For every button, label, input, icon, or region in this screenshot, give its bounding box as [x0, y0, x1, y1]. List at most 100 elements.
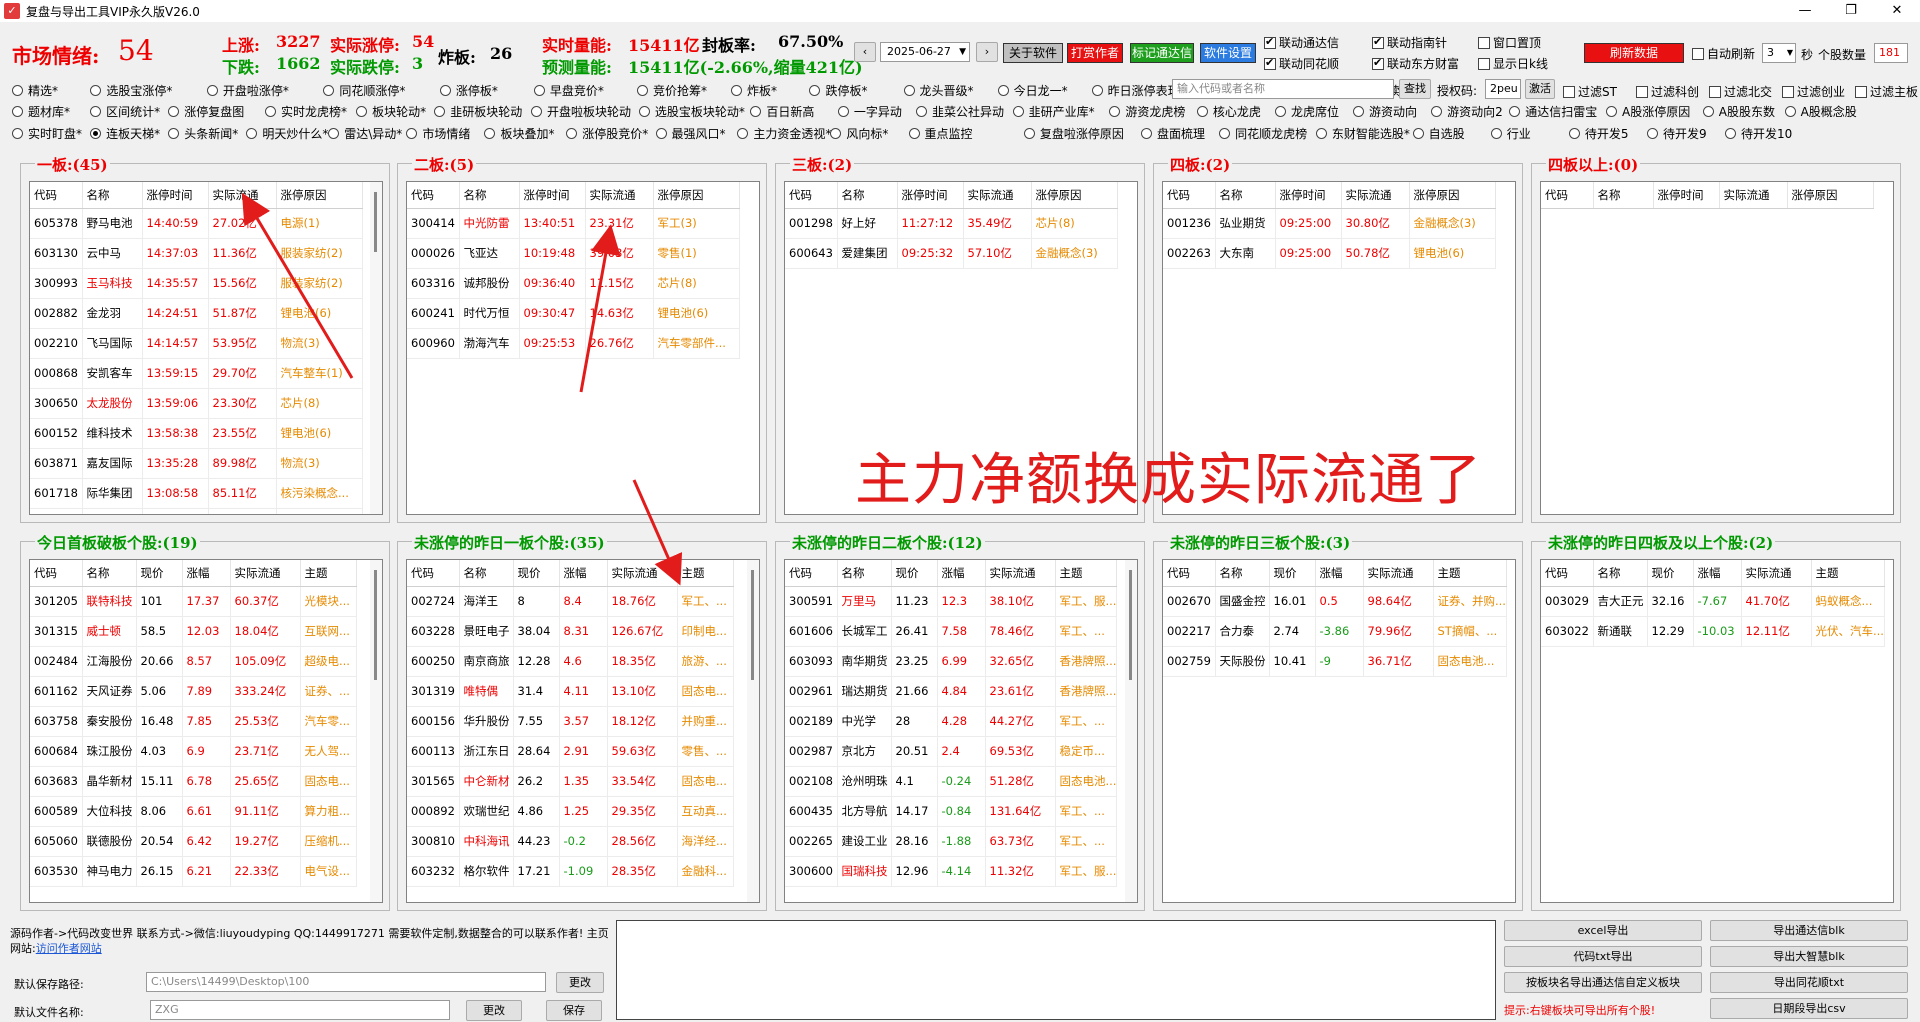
table-row[interactable]: 003029 吉大正元 32.16 -7.67 41.70亿 蚂蚁概念...: [1541, 586, 1885, 617]
column-header[interactable]: 代码: [785, 182, 838, 209]
radio-option[interactable]: 游资龙虎榜: [1109, 103, 1185, 120]
donate-button[interactable]: 打赏作者: [1067, 43, 1123, 63]
radio-option[interactable]: 涨停股竞价*: [566, 125, 648, 142]
column-header[interactable]: 现价: [1269, 560, 1316, 587]
radio-option[interactable]: 竞价抢筹*: [636, 82, 707, 99]
stock-grid[interactable]: 代码 名称 涨停时间 实际流通 涨停原因: [1540, 181, 1894, 515]
link-ths-checkbox[interactable]: 联动同花顺: [1264, 55, 1339, 72]
change-name-button[interactable]: 更改: [466, 1000, 522, 1021]
column-header[interactable]: 涨幅: [182, 560, 231, 587]
radio-option[interactable]: 重点监控: [908, 125, 973, 142]
table-row[interactable]: 300810 中科海讯 44.23 -0.2 28.56亿 海洋经...: [407, 826, 734, 857]
column-header[interactable]: 涨停时间: [142, 182, 209, 209]
table-row[interactable]: 603093 南华期货 23.25 6.99 32.65亿 香港牌照...: [785, 646, 1118, 677]
radio-option[interactable]: 今日龙一*: [997, 82, 1068, 99]
radio-option[interactable]: 核心龙虎: [1196, 103, 1261, 120]
table-row[interactable]: 002759 天际股份 10.41 -9 36.71亿 固态电池...: [1163, 646, 1507, 677]
close-button[interactable]: ✕: [1874, 0, 1920, 22]
table-row[interactable]: 601718 际华集团 13:08:58 85.11亿 核污染概念...: [30, 478, 363, 509]
column-header[interactable]: 名称: [82, 560, 137, 587]
radio-option[interactable]: 龙虎席位: [1274, 103, 1339, 120]
radio-option[interactable]: 连板天梯*: [90, 125, 160, 142]
column-header[interactable]: 名称: [459, 182, 520, 209]
radio-option[interactable]: 待开发5: [1568, 125, 1628, 142]
table-row[interactable]: 002987 京北方 20.51 2.4 69.53亿 稳定币...: [785, 736, 1118, 767]
table-row[interactable]: 603022 新通联 12.29 -10.03 12.11亿 光伏、汽车...: [1541, 616, 1885, 647]
about-button[interactable]: 关于软件: [1003, 43, 1063, 63]
table-row[interactable]: 605060 联德股份 20.54 6.42 19.27亿 压缩机...: [30, 826, 357, 857]
radio-option[interactable]: 题材库*: [12, 103, 70, 120]
stock-grid[interactable]: 代码 名称 现价 涨幅 实际流通 主题 002670 国盛金控 16.01 0.5 98.64亿 证券…: [1162, 559, 1516, 903]
mark-tdx-button[interactable]: 标记通达信: [1130, 43, 1194, 63]
stock-grid[interactable]: 代码 名称 现价 涨幅 实际流通 主题 002724 海洋王 8 8.4 18.76亿 军工、... 6…: [406, 559, 760, 903]
table-row[interactable]: 002724 海洋王 8 8.4 18.76亿 军工、...: [407, 586, 734, 617]
radio-option[interactable]: 涨停复盘图: [168, 103, 244, 120]
table-row[interactable]: 002670 国盛金控 16.01 0.5 98.64亿 证券、并购...: [1163, 586, 1507, 617]
radio-option[interactable]: 实时龙虎榜*: [264, 103, 347, 120]
settings-button[interactable]: 软件设置: [1200, 43, 1256, 63]
radio-option[interactable]: A股股东数: [1702, 103, 1775, 120]
maximize-button[interactable]: ❐: [1828, 0, 1874, 22]
radio-option[interactable]: 炸板*: [731, 82, 777, 99]
table-row[interactable]: 002961 瑞达期货 21.66 4.84 23.61亿 香港牌照...: [785, 676, 1118, 707]
column-header[interactable]: 代码: [1541, 182, 1594, 209]
column-header[interactable]: 实际流通: [1341, 182, 1410, 209]
dzh-export-button[interactable]: 导出大智慧blk: [1710, 946, 1908, 967]
tdx-blk-export-button[interactable]: 导出通达信blk: [1710, 920, 1908, 941]
ths-export-button[interactable]: 导出同花顺txt: [1710, 972, 1908, 993]
column-header[interactable]: 现价: [136, 560, 183, 587]
column-header[interactable]: 实际流通: [1741, 560, 1812, 587]
table-row[interactable]: 600435 北方导航 14.17 -0.84 131.64亿 军工、...: [785, 796, 1118, 827]
table-row[interactable]: 002263 大东南 09:25:00 50.78亿 锂电池(6): [1163, 238, 1496, 269]
column-header[interactable]: 涨幅: [1693, 560, 1742, 587]
table-row[interactable]: 601606 长城军工 26.41 7.58 78.46亿 军工、...: [785, 616, 1118, 647]
table-row[interactable]: 002265 建设工业 28.16 -1.88 63.73亿 军工、...: [785, 826, 1118, 857]
column-header[interactable]: 涨幅: [937, 560, 986, 587]
table-row[interactable]: 603683 晶华新材 15.11 6.78 25.65亿 固态电...: [30, 766, 357, 797]
stock-grid[interactable]: 代码 名称 现价 涨幅 实际流通 主题 301205 联特科技 101 17.37 60.37亿 光模…: [29, 559, 383, 903]
radio-option[interactable]: 百日新高: [750, 103, 814, 120]
radio-option[interactable]: 市场情绪: [406, 125, 470, 142]
column-header[interactable]: 涨停原因: [1787, 182, 1874, 209]
radio-option[interactable]: 韭研板块轮动: [434, 103, 522, 120]
table-row[interactable]: 603530 神马电力 26.15 6.21 22.33亿 电气设...: [30, 856, 357, 887]
column-header[interactable]: 代码: [30, 560, 83, 587]
column-header[interactable]: 涨停时间: [1275, 182, 1342, 209]
column-header[interactable]: 主题: [1055, 560, 1118, 587]
refresh-interval-select[interactable]: 3 ▼: [1762, 43, 1796, 63]
vertical-scrollbar[interactable]: [370, 182, 382, 514]
column-header[interactable]: 代码: [30, 182, 83, 209]
column-header[interactable]: 涨幅: [559, 560, 608, 587]
table-row[interactable]: 001236 弘业期货 09:25:00 30.80亿 金融概念(3): [1163, 208, 1496, 239]
scroll-thumb[interactable]: [1129, 570, 1132, 680]
radio-option[interactable]: 精选*: [12, 82, 58, 99]
column-header[interactable]: 现价: [513, 560, 560, 587]
auth-input[interactable]: 2peu: [1485, 79, 1521, 99]
radio-option[interactable]: A股涨停原因: [1606, 103, 1690, 120]
filter-checkbox[interactable]: 过滤北交: [1709, 83, 1772, 100]
column-header[interactable]: 涨停原因: [276, 182, 363, 209]
vertical-scrollbar[interactable]: [747, 560, 759, 902]
save-button[interactable]: 保存: [546, 1000, 602, 1021]
table-row[interactable]: 002189 中光学 28 4.28 44.27亿 军工、...: [785, 706, 1118, 737]
column-header[interactable]: 涨停原因: [653, 182, 740, 209]
next-date-button[interactable]: ›: [976, 42, 998, 62]
link-znz-checkbox[interactable]: 联动指南针: [1372, 34, 1447, 51]
search-button[interactable]: 查找: [1399, 79, 1431, 99]
filter-checkbox[interactable]: 过滤主板: [1855, 83, 1918, 100]
table-row[interactable]: 603130 云中马 14:37:03 11.36亿 服装家纺(2): [30, 238, 363, 269]
table-row[interactable]: 603228 景旺电子 38.04 8.31 126.67亿 印制电...: [407, 616, 734, 647]
column-header[interactable]: 代码: [407, 182, 460, 209]
link-dfcf-checkbox[interactable]: 联动东方财富: [1372, 55, 1459, 72]
column-header[interactable]: 名称: [1593, 182, 1654, 209]
radio-option[interactable]: 待开发10: [1725, 125, 1792, 142]
table-row[interactable]: [30, 508, 363, 514]
scroll-thumb[interactable]: [374, 570, 377, 680]
radio-option[interactable]: 开盘啦板块轮动: [530, 103, 631, 120]
column-header[interactable]: 代码: [1163, 560, 1216, 587]
column-header[interactable]: 涨幅: [1315, 560, 1364, 587]
radio-option[interactable]: 实时盯盘*: [12, 125, 82, 142]
table-row[interactable]: 600684 珠江股份 4.03 6.9 23.71亿 无人驾...: [30, 736, 357, 767]
column-header[interactable]: 涨停时间: [1653, 182, 1720, 209]
column-header[interactable]: 实际流通: [1719, 182, 1788, 209]
